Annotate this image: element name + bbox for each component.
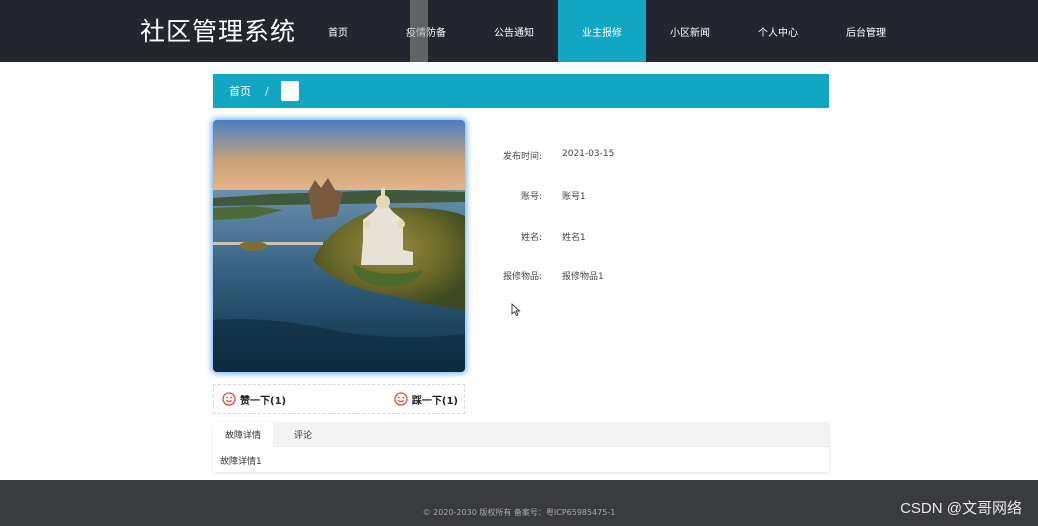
top-navbar: 社区管理系统 首页 疫情防备 公告通知 业主报修 小区新闻 个人中心 后台管理 <box>0 0 1038 62</box>
tab-content: 故障详情1 <box>220 457 262 467</box>
info-row-publish-time: 发布时间: 2021-03-15 <box>470 149 614 162</box>
info-label: 姓名: <box>520 233 542 243</box>
info-row-repair-item: 报修物品: 报修物品1 <box>470 269 604 282</box>
smile-icon <box>222 392 236 406</box>
info-label: 报修物品: <box>502 272 542 282</box>
landscape-photo-image <box>213 120 465 372</box>
info-value: 报修物品1 <box>562 272 604 282</box>
info-row-account: 账号: 账号1 <box>470 189 586 202</box>
nav-item-admin[interactable]: 后台管理 <box>822 0 910 62</box>
nav-item-epidemic[interactable]: 疫情防备 <box>382 0 470 62</box>
smile-icon <box>394 392 408 406</box>
tab-header: 故障详情 评论 <box>213 422 829 447</box>
nav-item-profile[interactable]: 个人中心 <box>734 0 822 62</box>
footer: © 2020-2030 版权所有 备案号：粤ICP65985475-1 CSDN… <box>0 480 1038 526</box>
tab-fault-detail[interactable]: 故障详情 <box>213 422 273 447</box>
like-label: 赞一下(1) <box>240 395 287 407</box>
nav-item-repair[interactable]: 业主报修 <box>558 0 646 62</box>
vote-row: 赞一下(1) 踩一下(1) <box>213 384 465 414</box>
info-value: 2021-03-15 <box>562 149 615 159</box>
tabs-panel: 故障详情 评论 故障详情1 <box>213 422 829 472</box>
breadcrumb-separator: / <box>265 84 269 98</box>
main-nav: 首页 疫情防备 公告通知 业主报修 小区新闻 个人中心 后台管理 <box>294 0 910 62</box>
breadcrumb-current-item <box>280 81 299 101</box>
like-button[interactable]: 赞一下(1) <box>222 392 286 407</box>
mouse-cursor-icon <box>511 303 521 317</box>
breadcrumb-home-link[interactable]: 首页 <box>229 83 251 99</box>
repair-photo <box>213 120 465 372</box>
nav-item-notices[interactable]: 公告通知 <box>470 0 558 62</box>
tab-comments[interactable]: 评论 <box>273 422 333 447</box>
dislike-button[interactable]: 踩一下(1) <box>394 392 458 407</box>
nav-item-home[interactable]: 首页 <box>294 0 382 62</box>
dislike-label: 踩一下(1) <box>411 395 458 407</box>
info-label: 发布时间: <box>502 152 542 162</box>
site-title[interactable]: 社区管理系统 <box>140 12 296 48</box>
info-label: 账号: <box>520 192 542 202</box>
info-value: 账号1 <box>562 192 586 202</box>
info-value: 姓名1 <box>562 233 586 243</box>
info-row-name: 姓名: 姓名1 <box>470 230 586 243</box>
breadcrumb: 首页 / <box>213 74 829 108</box>
nav-item-news[interactable]: 小区新闻 <box>646 0 734 62</box>
copyright-text: © 2020-2030 版权所有 备案号：粤ICP65985475-1 <box>422 508 616 517</box>
watermark-text: CSDN @文哥网络 <box>900 500 1022 517</box>
